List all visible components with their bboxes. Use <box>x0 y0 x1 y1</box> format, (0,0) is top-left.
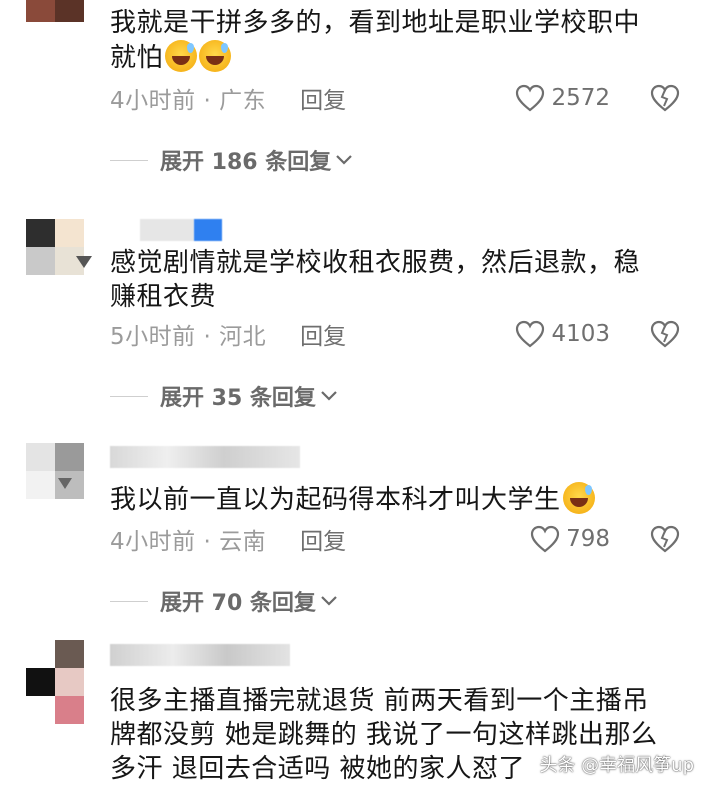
reply-button[interactable]: 回复 <box>300 317 346 351</box>
like-button[interactable]: 2572 <box>515 84 610 112</box>
heart-icon <box>516 84 545 112</box>
divider <box>110 159 148 161</box>
comment-text: 感觉剧情就是学校收租衣服费，然后退款，稳 赚租衣费 <box>110 246 670 314</box>
like-button[interactable]: 798 <box>530 525 610 553</box>
time-location: 5小时前 · 河北 <box>110 324 267 350</box>
comment-text-line-2: 牌都没剪 她是跳舞的 我说了一句这样跳出那么 <box>110 720 658 750</box>
comment-text: 我以前一直以为起码得本科才叫大学生 <box>110 482 670 517</box>
dislike-icon[interactable] <box>650 320 680 348</box>
comment-text-line-2: 就怕 <box>110 43 164 73</box>
reply-button[interactable]: 回复 <box>300 81 346 115</box>
heart-icon <box>516 320 545 348</box>
heart-icon <box>530 525 560 553</box>
sweat-smile-emoji-icon <box>165 40 198 72</box>
comment-text-line-1: 我就是干拼多多的，看到地址是职业学校职中 <box>110 8 641 38</box>
expand-replies-button[interactable]: 展开 35 条回复 <box>110 379 338 413</box>
avatar[interactable] <box>26 640 84 724</box>
watermark: 头条 @幸福风筝up <box>539 755 694 776</box>
chevron-down-icon <box>336 155 353 165</box>
username-blurred <box>194 219 222 241</box>
comment-text: 我就是干拼多多的，看到地址是职业学校职中 就怕 <box>110 6 670 75</box>
like-count: 4103 <box>551 321 610 347</box>
rofl-emoji-icon <box>562 482 595 514</box>
sweat-smile-emoji-icon <box>199 40 232 72</box>
dislike-icon[interactable] <box>650 84 680 112</box>
comment-text-line-2: 赚租衣费 <box>110 282 217 312</box>
time-location: 4小时前 · 云南 <box>110 529 267 555</box>
comment-text-line-1: 感觉剧情就是学校收租衣服费，然后退款，稳 <box>110 248 641 278</box>
username-blurred <box>110 644 290 666</box>
comment-meta: 4小时前 · 云南 回复 798 <box>110 522 680 556</box>
divider <box>110 395 148 397</box>
like-count: 2572 <box>551 85 610 111</box>
expand-replies-button[interactable]: 展开 186 条回复 <box>110 143 353 177</box>
reply-arrow-icon <box>58 478 72 489</box>
reply-arrow-icon <box>76 256 92 268</box>
chevron-down-icon <box>321 391 337 401</box>
expand-replies-label: 展开 186 条回复 <box>160 150 332 175</box>
expand-replies-label: 展开 70 条回复 <box>160 591 316 616</box>
reply-button[interactable]: 回复 <box>300 522 346 556</box>
like-count: 798 <box>566 526 610 552</box>
comment-text-line-1: 很多主播直播完就退货 前两天看到一个主播吊 <box>110 686 649 716</box>
expand-replies-button[interactable]: 展开 70 条回复 <box>110 584 338 618</box>
comment-meta: 4小时前 · 广东 回复 2572 <box>110 81 680 115</box>
divider <box>110 600 148 602</box>
comment-text-line-3: 多汗 退回去合适吗 被她的家人怼了 <box>110 754 526 784</box>
time-location: 4小时前 · 广东 <box>110 88 267 114</box>
avatar[interactable] <box>26 443 84 499</box>
comment-meta: 5小时前 · 河北 回复 4103 <box>110 317 680 351</box>
avatar-tile <box>55 0 84 22</box>
chevron-down-icon <box>321 596 337 606</box>
expand-replies-label: 展开 35 条回复 <box>160 386 316 411</box>
like-button[interactable]: 4103 <box>515 320 610 348</box>
dislike-icon[interactable] <box>650 525 680 553</box>
username-blurred <box>140 219 194 241</box>
comment-text-line-1: 我以前一直以为起码得本科才叫大学生 <box>110 485 561 515</box>
username-blurred <box>110 446 300 468</box>
